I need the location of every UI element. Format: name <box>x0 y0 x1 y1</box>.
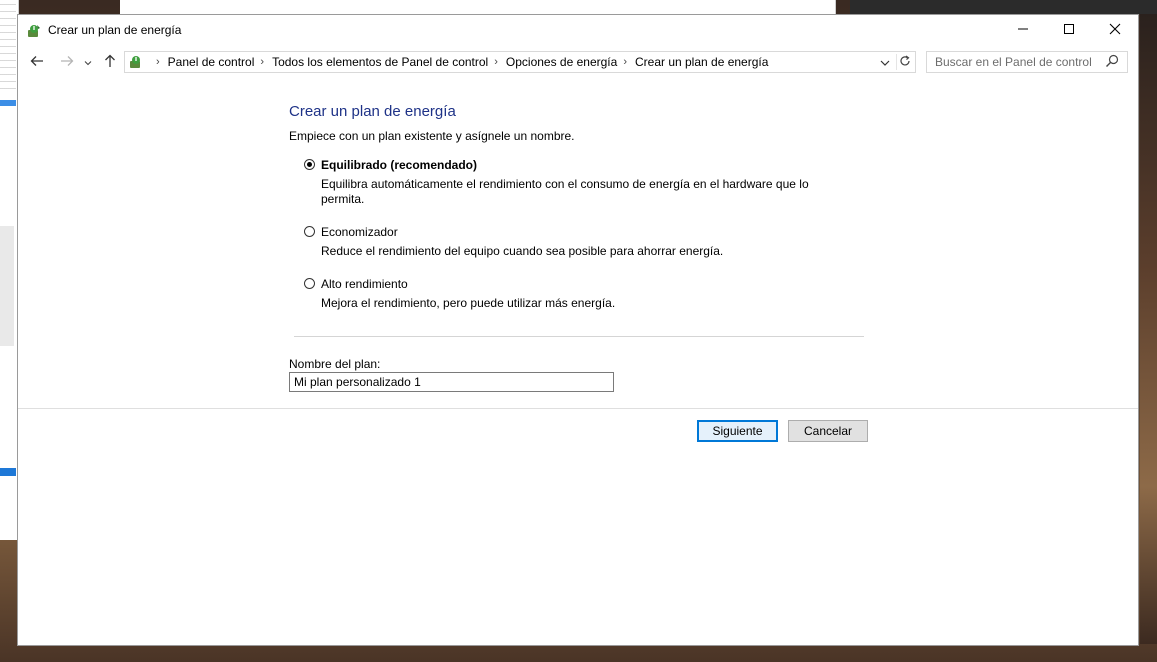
arrow-right-icon <box>60 55 74 70</box>
search-placeholder[interactable]: Buscar en el Panel de control <box>927 55 1105 69</box>
breadcrumb-todos-los-elementos[interactable]: Todos los elementos de Panel de control <box>272 55 488 69</box>
arrow-up-icon <box>104 54 116 71</box>
breadcrumb-crear-plan[interactable]: Crear un plan de energía <box>635 55 768 69</box>
page-title: Crear un plan de energía <box>289 103 456 120</box>
plan-name-field[interactable] <box>289 372 614 392</box>
title-bar[interactable]: Crear un plan de energía <box>18 15 1138 46</box>
background-panel <box>0 226 14 346</box>
background-dark-region <box>850 0 1157 14</box>
maximize-icon <box>1063 23 1075 38</box>
plan-description-alto-rendimiento: Mejora el rendimiento, pero puede utiliz… <box>321 296 616 310</box>
close-button[interactable] <box>1092 15 1138 45</box>
chevron-right-icon[interactable]: › <box>260 56 264 68</box>
window-title: Crear un plan de energía <box>48 23 182 37</box>
footer-divider <box>18 408 1138 409</box>
plan-name-label: Nombre del plan: <box>289 357 381 371</box>
close-icon <box>1109 23 1121 38</box>
radio-button-alto-rendimiento[interactable] <box>304 278 315 289</box>
plan-description-economizador: Reduce el rendimiento del equipo cuando … <box>321 244 724 258</box>
control-panel-icon <box>128 54 144 70</box>
background-text-lines <box>0 4 16 94</box>
desktop-wallpaper <box>1140 14 1157 644</box>
maximize-button[interactable] <box>1046 15 1092 45</box>
chevron-right-icon[interactable]: › <box>623 56 627 68</box>
chevron-right-icon[interactable]: › <box>494 56 498 68</box>
arrow-left-icon <box>30 55 44 70</box>
cancel-button[interactable]: Cancelar <box>788 420 868 442</box>
radio-button-economizador[interactable] <box>304 226 315 237</box>
address-bar[interactable]: › Panel de control › Todos los elementos… <box>124 51 916 73</box>
plan-description-equilibrado: Equilibra automáticamente el rendimiento… <box>321 177 809 206</box>
refresh-icon <box>899 55 911 70</box>
control-panel-window: Crear un plan de energía › Panel de cont… <box>17 14 1139 646</box>
background-window-top <box>120 0 836 14</box>
chevron-right-icon[interactable]: › <box>156 56 160 68</box>
up-button[interactable] <box>100 52 120 72</box>
radio-button-equilibrado[interactable] <box>304 159 315 170</box>
chevron-down-icon <box>84 55 92 69</box>
power-options-icon <box>26 23 42 39</box>
chevron-down-icon <box>880 55 890 69</box>
minimize-icon <box>1017 23 1029 38</box>
address-dropdown-button[interactable] <box>877 54 893 70</box>
search-icon[interactable] <box>1105 54 1121 70</box>
refresh-button[interactable] <box>896 54 913 70</box>
forward-button[interactable] <box>57 52 77 72</box>
breadcrumb-panel-de-control[interactable]: Panel de control <box>168 55 255 69</box>
navigation-bar: › Panel de control › Todos los elementos… <box>18 49 1138 77</box>
plan-label-equilibrado[interactable]: Equilibrado (recomendado) <box>321 158 477 172</box>
plan-label-alto-rendimiento[interactable]: Alto rendimiento <box>321 277 408 291</box>
plan-label-economizador[interactable]: Economizador <box>321 225 398 239</box>
recent-locations-button[interactable] <box>81 52 95 72</box>
background-selection <box>0 468 16 476</box>
breadcrumb-opciones-de-energia[interactable]: Opciones de energía <box>506 55 617 69</box>
search-input[interactable]: Buscar en el Panel de control <box>926 51 1128 73</box>
background-selection <box>0 100 16 106</box>
next-button[interactable]: Siguiente <box>697 420 778 442</box>
instructions-text: Empiece con un plan existente y asígnele… <box>289 129 575 143</box>
divider <box>294 336 864 337</box>
minimize-button[interactable] <box>1000 15 1046 45</box>
back-button[interactable] <box>27 52 47 72</box>
